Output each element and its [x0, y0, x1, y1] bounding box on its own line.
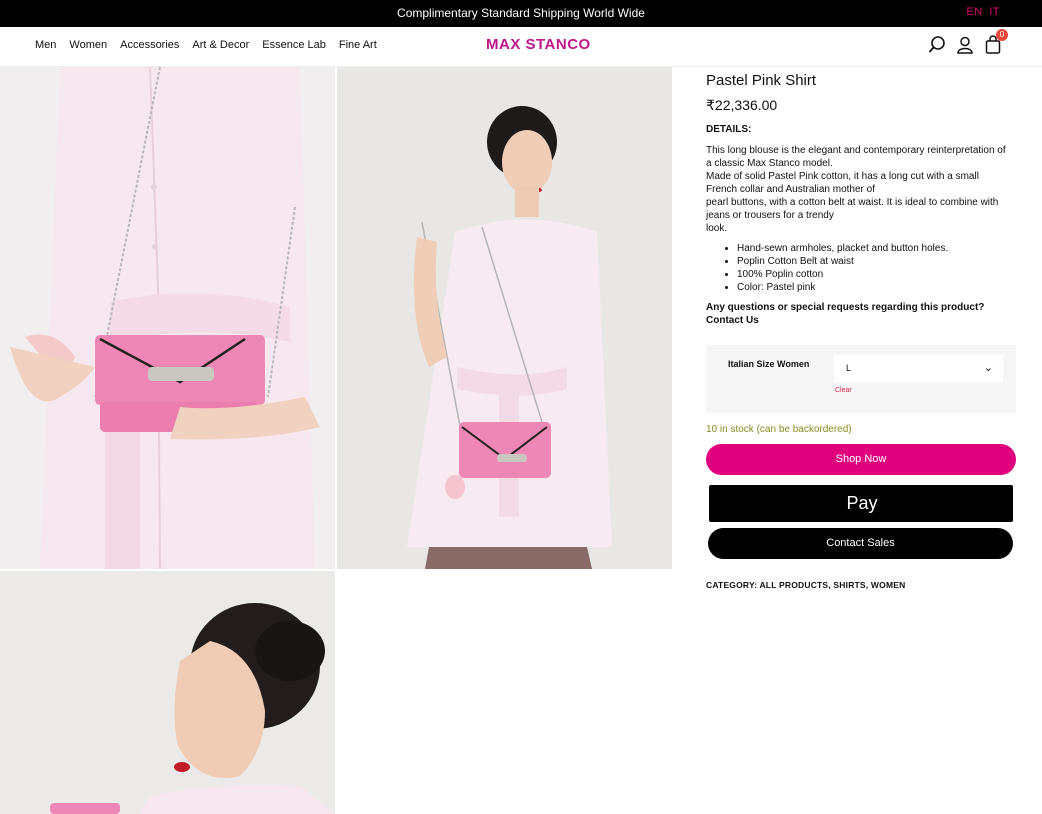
chevron-down-icon: ⌄	[983, 362, 993, 374]
product-description: This long blouse is the elegant and cont…	[706, 144, 1010, 235]
shop-now-button[interactable]: Shop Now	[706, 444, 1016, 475]
feature-item: Color: Pastel pink	[737, 281, 1010, 294]
nav-women[interactable]: Women	[69, 39, 107, 51]
product-price: ₹22,336.00	[706, 97, 778, 113]
description-line: This long blouse is the elegant and cont…	[706, 145, 1006, 169]
apple-pay-button[interactable]: Pay	[709, 485, 1013, 522]
description-line: Made of solid Pastel Pink cotton, it has…	[706, 171, 979, 195]
product-image-2[interactable]	[337, 67, 672, 569]
contact-us-link[interactable]: Any questions or special requests regard…	[706, 301, 1010, 327]
lang-en-link[interactable]: EN	[966, 6, 982, 18]
details-label: DETAILS:	[706, 124, 752, 135]
lang-it-link[interactable]: IT	[989, 6, 1000, 18]
stock-status: 10 in stock (can be backordered)	[706, 424, 852, 435]
language-switcher: EN IT	[963, 6, 1000, 18]
product-info: Pastel Pink Shirt ₹22,336.00 DETAILS: Th…	[706, 72, 1010, 327]
product-categories[interactable]: CATEGORY: ALL PRODUCTS, SHIRTS, WOMEN	[706, 580, 905, 590]
size-label: Italian Size Women	[728, 359, 810, 369]
search-icon[interactable]	[928, 35, 946, 55]
nav-accessories[interactable]: Accessories	[120, 39, 179, 51]
size-select[interactable]: L ⌄	[834, 355, 1003, 382]
apple-pay-label: Pay	[846, 493, 878, 513]
announcement-bar: Complimentary Standard Shipping World Wi…	[0, 0, 1042, 27]
size-selected-value: L	[846, 363, 852, 373]
feature-list: Hand-sewn armholes, placket and button h…	[737, 242, 1010, 294]
nav-essence-lab[interactable]: Essence Lab	[262, 39, 326, 51]
product-title: Pastel Pink Shirt	[706, 72, 817, 89]
header-icons: 0	[928, 29, 1008, 55]
shipping-message: Complimentary Standard Shipping World Wi…	[397, 6, 645, 20]
feature-item: Poplin Cotton Belt at waist	[737, 255, 1010, 268]
main-nav: Men Women Accessories Art & Decor Essenc…	[35, 39, 390, 51]
nav-men[interactable]: Men	[35, 39, 56, 51]
site-header: Men Women Accessories Art & Decor Essenc…	[0, 27, 1042, 67]
product-image-1[interactable]	[0, 67, 335, 569]
cart-count-badge: 0	[996, 29, 1008, 41]
description-line: look.	[706, 223, 728, 234]
nav-fine-art[interactable]: Fine Art	[339, 39, 377, 51]
variant-selector: Italian Size Women L ⌄ Clear	[706, 345, 1016, 413]
clear-selection-link[interactable]: Clear	[835, 387, 852, 394]
feature-item: Hand-sewn armholes, placket and button h…	[737, 242, 1010, 255]
feature-item: 100% Poplin cotton	[737, 268, 1010, 281]
product-image-3[interactable]	[0, 571, 335, 814]
brand-logo[interactable]: MAX STANCO	[486, 36, 591, 53]
contact-sales-button[interactable]: Contact Sales	[708, 528, 1013, 559]
account-icon[interactable]	[956, 35, 974, 55]
cart-icon[interactable]: 0	[984, 29, 1008, 55]
nav-art-decor[interactable]: Art & Decor	[192, 39, 249, 51]
description-line: pearl buttons, with a cotton belt at wai…	[706, 197, 999, 221]
